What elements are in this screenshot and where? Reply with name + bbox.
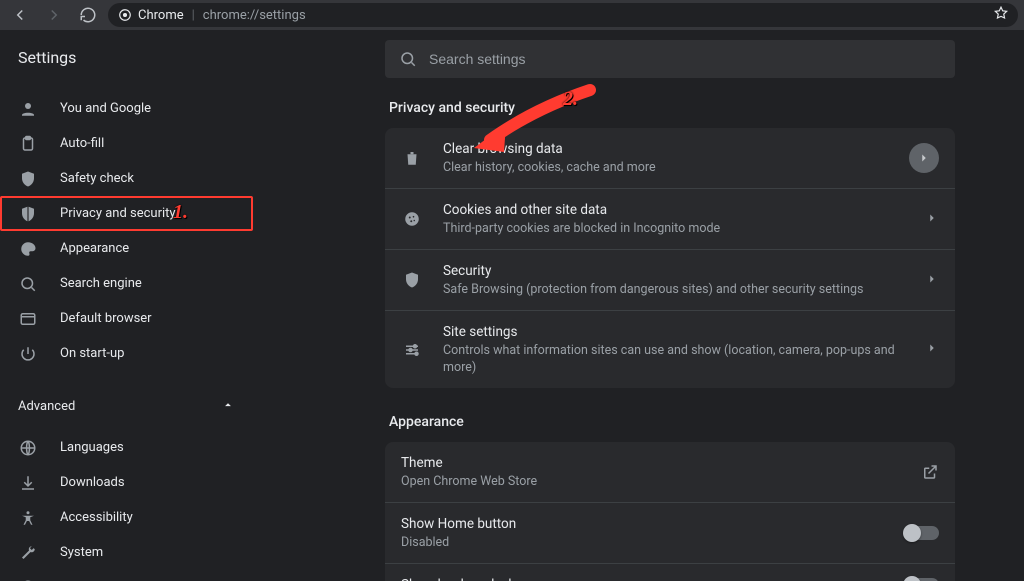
sidebar-item-system[interactable]: System <box>0 535 253 570</box>
row-title: Site settings <box>443 323 905 341</box>
sidebar-item-label: Languages <box>60 440 124 455</box>
tune-icon <box>401 341 423 359</box>
row-cookies[interactable]: Cookies and other site data Third-party … <box>385 189 955 250</box>
web-icon <box>18 310 38 328</box>
chevron-right-icon <box>925 210 939 229</box>
search-icon <box>18 275 38 293</box>
chevron-up-icon <box>221 398 235 416</box>
section-title-appearance: Appearance <box>389 414 955 430</box>
sidebar-item-search-engine[interactable]: Search engine <box>0 266 253 301</box>
row-title: Cookies and other site data <box>443 201 905 219</box>
appearance-card: Theme Open Chrome Web Store Show Home bu… <box>385 442 955 581</box>
person-icon <box>18 100 38 118</box>
open-external-icon <box>921 463 939 481</box>
row-title: Clear browsing data <box>443 140 889 158</box>
sidebar-item-default-browser[interactable]: Default browser <box>0 301 253 336</box>
sidebar-item-appearance[interactable]: Appearance <box>0 231 253 266</box>
globe-icon <box>18 439 38 457</box>
shield-icon <box>18 205 38 223</box>
sidebar-item-label: Safety check <box>60 171 134 186</box>
sidebar-item-downloads[interactable]: Downloads <box>0 465 253 500</box>
row-title: Show bookmarks bar <box>401 576 885 581</box>
nav-forward-button[interactable] <box>40 2 68 28</box>
row-security[interactable]: Security Safe Browsing (protection from … <box>385 250 955 311</box>
chevron-right-icon <box>909 143 939 173</box>
row-subtitle: Open Chrome Web Store <box>401 473 901 490</box>
row-title: Theme <box>401 454 901 472</box>
sidebar-item-label: Appearance <box>60 241 129 256</box>
settings-search-input[interactable] <box>429 51 941 67</box>
omnibox-origin-label: Chrome <box>138 8 184 23</box>
palette-icon <box>18 240 38 258</box>
omnibox[interactable]: Chrome | chrome://settings <box>108 3 1018 27</box>
toggle-show-home[interactable] <box>905 526 939 540</box>
sidebar-item-reset[interactable]: Reset settings <box>0 570 253 581</box>
shield-check-icon <box>18 170 38 188</box>
row-show-bookmarks-bar[interactable]: Show bookmarks bar <box>385 564 955 581</box>
trash-icon <box>401 149 423 167</box>
settings-sidebar: Settings You and Google Auto-fill Safety… <box>0 30 253 581</box>
row-subtitle: Third-party cookies are blocked in Incog… <box>443 220 905 237</box>
sidebar-item-label: Auto-fill <box>60 136 104 151</box>
settings-content: Privacy and security Clear browsing data… <box>253 30 1024 581</box>
chrome-icon <box>118 8 132 22</box>
sidebar-item-label: Accessibility <box>60 510 133 525</box>
sidebar-item-you-and-google[interactable]: You and Google <box>0 91 253 126</box>
chevron-right-icon <box>925 271 939 290</box>
advanced-label: Advanced <box>18 399 75 414</box>
nav-back-button[interactable] <box>6 2 34 28</box>
accessibility-icon <box>18 509 38 527</box>
sidebar-item-label: You and Google <box>60 101 151 116</box>
row-subtitle: Clear history, cookies, cache and more <box>443 159 889 176</box>
row-subtitle: Safe Browsing (protection from dangerous… <box>443 281 905 298</box>
sidebar-item-label: Search engine <box>60 276 142 291</box>
row-title: Security <box>443 262 905 280</box>
row-title: Show Home button <box>401 515 885 533</box>
row-clear-browsing-data[interactable]: Clear browsing data Clear history, cooki… <box>385 128 955 189</box>
download-icon <box>18 474 38 492</box>
power-icon <box>18 345 38 363</box>
nav-reload-button[interactable] <box>74 2 102 28</box>
sidebar-item-autofill[interactable]: Auto-fill <box>0 126 253 161</box>
sidebar-item-on-startup[interactable]: On start-up <box>0 336 253 371</box>
annotation-label-2: 2. <box>563 88 578 111</box>
sidebar-item-label: System <box>60 545 103 560</box>
sidebar-item-label: Downloads <box>60 475 125 490</box>
wrench-icon <box>18 544 38 562</box>
row-subtitle: Disabled <box>401 534 885 551</box>
row-subtitle: Controls what information sites can use … <box>443 342 905 376</box>
bookmark-star-icon[interactable] <box>994 6 1008 24</box>
row-show-home-button[interactable]: Show Home button Disabled <box>385 503 955 564</box>
sidebar-item-privacy-security[interactable]: Privacy and security <box>0 196 253 231</box>
omnibox-separator: | <box>192 8 195 23</box>
sidebar-item-accessibility[interactable]: Accessibility <box>0 500 253 535</box>
chevron-right-icon <box>925 340 939 359</box>
privacy-card: Clear browsing data Clear history, cooki… <box>385 128 955 388</box>
shield-icon <box>401 271 423 289</box>
clipboard-icon <box>18 135 38 153</box>
settings-search[interactable] <box>385 40 955 78</box>
sidebar-item-label: Default browser <box>60 311 152 326</box>
sidebar-advanced-list: Languages Downloads Accessibility System… <box>0 424 253 581</box>
row-theme[interactable]: Theme Open Chrome Web Store <box>385 442 955 503</box>
sidebar-item-languages[interactable]: Languages <box>0 430 253 465</box>
annotation-label-1: 1. <box>173 201 188 224</box>
row-site-settings[interactable]: Site settings Controls what information … <box>385 311 955 388</box>
sidebar-item-safety-check[interactable]: Safety check <box>0 161 253 196</box>
sidebar-item-label: Privacy and security <box>60 206 176 221</box>
sidebar-advanced-toggle[interactable]: Advanced <box>0 389 253 424</box>
browser-toolbar: Chrome | chrome://settings <box>0 0 1024 30</box>
omnibox-origin-chip: Chrome <box>118 8 184 23</box>
sidebar-title: Settings <box>0 30 253 85</box>
omnibox-url: chrome://settings <box>203 8 306 23</box>
section-title-privacy: Privacy and security <box>389 100 955 116</box>
cookie-icon <box>401 210 423 228</box>
search-icon <box>399 50 417 68</box>
sidebar-main-list: You and Google Auto-fill Safety check Pr… <box>0 85 253 371</box>
sidebar-item-label: On start-up <box>60 346 124 361</box>
